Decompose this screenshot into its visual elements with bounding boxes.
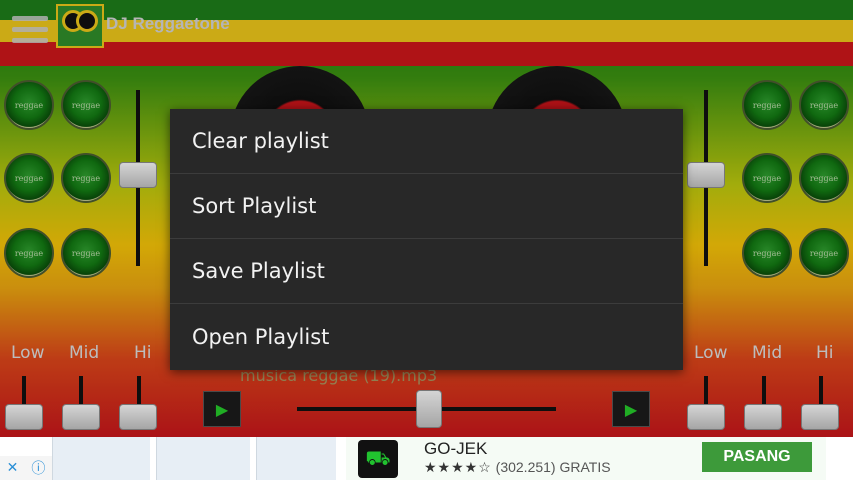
close-icon[interactable]: ✕ xyxy=(7,460,19,476)
ad-app-name: GO-JEK xyxy=(424,439,488,458)
ad-rating: ★★★★☆ (302.251) GRATIS xyxy=(424,459,611,476)
info-icon[interactable]: ⓘ xyxy=(31,458,45,478)
ad-screenshot xyxy=(52,437,150,480)
ad-close-controls[interactable]: ✕ ⓘ xyxy=(0,456,52,480)
ad-price: GRATIS xyxy=(559,459,611,475)
menu-item-open-playlist[interactable]: Open Playlist xyxy=(170,304,683,369)
menu-item-clear-playlist[interactable]: Clear playlist xyxy=(170,109,683,174)
menu-item-save-playlist[interactable]: Save Playlist xyxy=(170,239,683,304)
ad-banner[interactable]: ✕ ⓘ ⛟ GO-JEK ★★★★☆ (302.251) GRATIS PASA… xyxy=(0,437,853,480)
star-rating-icon: ★★★★☆ xyxy=(424,459,492,475)
ad-install-button[interactable]: PASANG xyxy=(702,442,812,472)
menu-item-sort-playlist[interactable]: Sort Playlist xyxy=(170,174,683,239)
gojek-logo-icon: ⛟ xyxy=(358,440,398,478)
ad-screenshot xyxy=(256,437,336,480)
ad-rating-count: (302.251) xyxy=(495,459,556,475)
ad-screenshot xyxy=(156,437,250,480)
playlist-context-menu: Clear playlist Sort Playlist Save Playli… xyxy=(170,109,683,370)
